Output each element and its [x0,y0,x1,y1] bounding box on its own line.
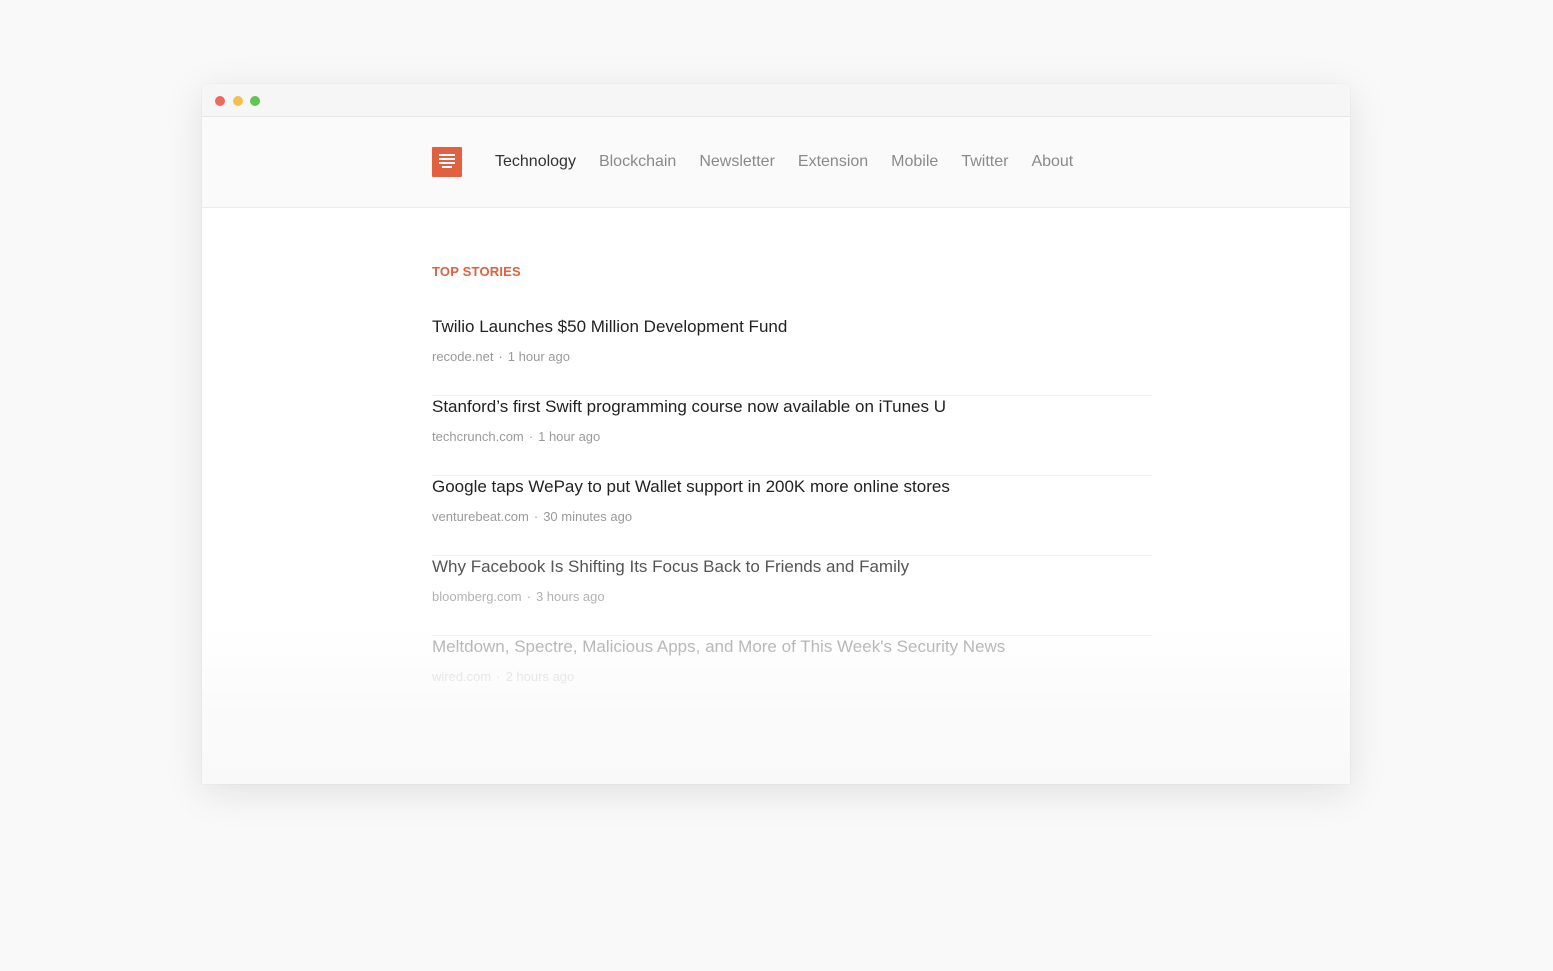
story-source[interactable]: recode.net [432,349,493,364]
maximize-window-button[interactable] [250,96,260,106]
story-title-link[interactable]: Twilio Launches $50 Million Development … [432,316,787,338]
story-meta: bloomberg.com · 3 hours ago [432,589,605,605]
story-item: Stanford’s first Swift programming cours… [432,396,1152,476]
story-meta: venturebeat.com · 30 minutes ago [432,509,632,525]
story-item: Google taps WePay to put Wallet support … [432,476,1152,556]
story-source[interactable]: wired.com [432,669,491,684]
nav-item-blockchain[interactable]: Blockchain [599,152,676,172]
story-item: Why Facebook Is Shifting Its Focus Back … [432,556,1152,636]
site-header: Technology Blockchain Newsletter Extensi… [202,117,1350,208]
nav-item-twitter[interactable]: Twitter [961,152,1008,172]
main-nav: Technology Blockchain Newsletter Extensi… [495,152,1096,172]
story-source[interactable]: bloomberg.com [432,589,522,604]
story-time: 3 hours ago [535,589,605,604]
nav-item-extension[interactable]: Extension [798,152,868,172]
story-time: 2 hours ago [505,669,575,684]
minimize-window-button[interactable] [233,96,243,106]
newspaper-logo-icon[interactable] [432,147,462,177]
nav-item-newsletter[interactable]: Newsletter [699,152,775,172]
section-title: TOP STORIES [432,264,521,279]
story-meta: wired.com · 2 hours ago [432,669,574,685]
story-item: Meltdown, Spectre, Malicious Apps, and M… [432,636,1152,716]
nav-item-mobile[interactable]: Mobile [891,152,938,172]
story-source[interactable]: techcrunch.com [432,429,524,444]
story-item: Twilio Launches $50 Million Development … [432,316,1152,396]
story-meta: techcrunch.com · 1 hour ago [432,429,600,445]
story-list: Twilio Launches $50 Million Development … [432,316,1152,716]
meta-separator: · [526,589,531,604]
main-content: TOP STORIES Twilio Launches $50 Million … [432,264,1152,716]
meta-separator: · [496,669,501,684]
story-time: 1 hour ago [507,349,570,364]
story-time: 1 hour ago [538,429,601,444]
close-window-button[interactable] [215,96,225,106]
story-title-link[interactable]: Google taps WePay to put Wallet support … [432,476,950,498]
story-source[interactable]: venturebeat.com [432,509,529,524]
browser-window: Technology Blockchain Newsletter Extensi… [202,84,1350,784]
story-time: 30 minutes ago [543,509,633,524]
meta-separator: · [528,429,534,444]
story-meta: recode.net · 1 hour ago [432,349,570,365]
story-title-link[interactable]: Meltdown, Spectre, Malicious Apps, and M… [432,636,1005,658]
window-titlebar [202,84,1350,117]
meta-separator: · [533,509,539,524]
nav-item-about[interactable]: About [1031,152,1073,172]
story-title-link[interactable]: Stanford’s first Swift programming cours… [432,396,946,418]
nav-item-technology[interactable]: Technology [495,152,576,172]
meta-separator: · [498,349,503,364]
story-title-link[interactable]: Why Facebook Is Shifting Its Focus Back … [432,556,909,578]
